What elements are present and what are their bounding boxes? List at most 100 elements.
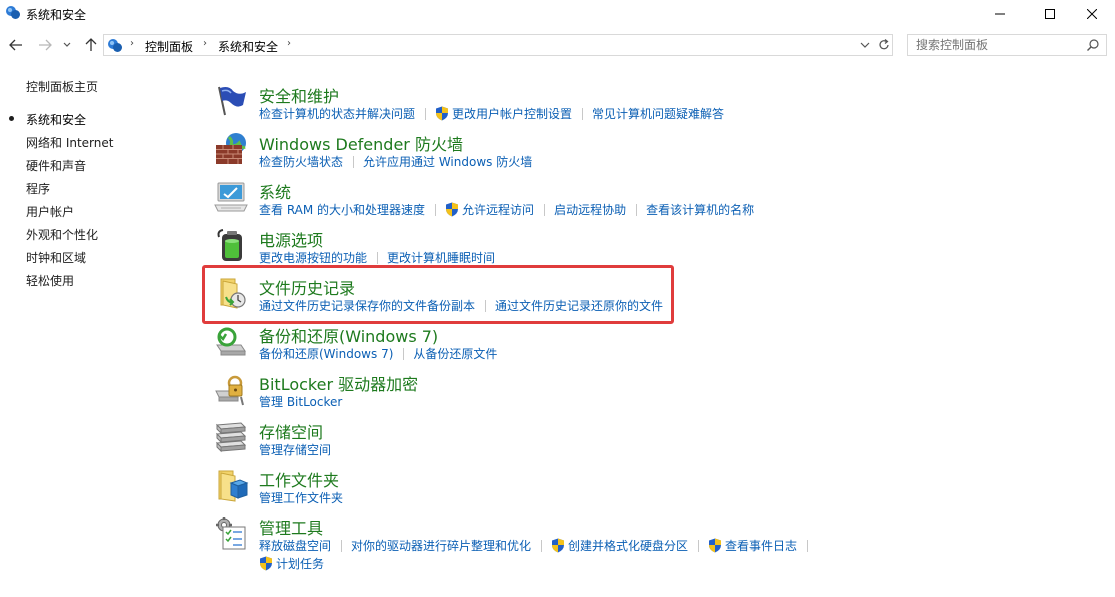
link-power-button[interactable]: 更改电源按钮的功能	[259, 249, 367, 266]
category-title[interactable]: 安全和维护	[259, 83, 339, 107]
address-bar[interactable]: › 控制面板 › 系统和安全 ›	[103, 34, 893, 56]
category-links: 管理存储空间	[259, 441, 331, 458]
minimize-button[interactable]	[977, 0, 1023, 28]
link-separator	[341, 539, 343, 552]
control-panel-home-link[interactable]: 控制面板主页	[26, 78, 98, 95]
category-title[interactable]: 存储空间	[259, 419, 323, 443]
category-title[interactable]: 工作文件夹	[259, 467, 339, 491]
category-links: 备份和还原(Windows 7) 从备份还原文件	[259, 345, 497, 362]
chevron-down-icon	[63, 42, 71, 47]
category-security-maintenance: 安全和维护 检查计算机的状态并解决问题 更改用户帐户控制设置 常见计算机问题疑难解答	[213, 83, 1093, 129]
link-uac-settings[interactable]: 更改用户帐户控制设置	[452, 105, 572, 122]
window-title: 系统和安全	[26, 8, 87, 22]
link-manage-storage-spaces[interactable]: 管理存储空间	[259, 441, 331, 458]
search-box[interactable]	[907, 34, 1107, 56]
link-backup-restore-win7[interactable]: 备份和还原(Windows 7)	[259, 345, 393, 362]
link-partition[interactable]: 创建并格式化硬盘分区	[568, 537, 688, 554]
category-links: 管理工作文件夹	[259, 489, 343, 506]
forward-button[interactable]	[37, 37, 53, 53]
link-manage-bitlocker[interactable]: 管理 BitLocker	[259, 393, 342, 410]
breadcrumb-separator[interactable]: ›	[287, 38, 291, 49]
category-title[interactable]: 管理工具	[259, 515, 323, 539]
link-separator	[425, 107, 427, 120]
link-schedule-tasks[interactable]: 计划任务	[276, 555, 324, 572]
control-panel-icon	[108, 39, 122, 52]
category-links: 检查计算机的状态并解决问题 更改用户帐户控制设置 常见计算机问题疑难解答	[259, 105, 724, 122]
breadcrumb-separator[interactable]: ›	[130, 38, 134, 49]
back-button[interactable]	[8, 37, 24, 53]
link-separator	[698, 539, 700, 552]
link-restore-from-backup[interactable]: 从备份还原文件	[413, 345, 497, 362]
nav-clock-region[interactable]: 时钟和区域	[26, 249, 86, 266]
category-links: 查看 RAM 的大小和处理器速度 允许远程访问 启动远程协助 查看该计算机的名称	[259, 201, 754, 218]
category-storage-spaces: 存储空间 管理存储空间	[213, 419, 1093, 465]
uac-shield-icon	[552, 538, 565, 553]
link-separator	[541, 539, 543, 552]
maximize-icon	[1045, 9, 1055, 19]
current-item-bullet	[9, 116, 14, 121]
flag-icon	[218, 86, 246, 116]
category-links: 检查防火墙状态 允许应用通过 Windows 防火墙	[259, 153, 532, 170]
breadcrumb-system-security[interactable]: 系统和安全	[218, 38, 278, 55]
close-button[interactable]	[1069, 0, 1115, 28]
link-separator	[403, 347, 405, 360]
link-separator	[582, 107, 584, 120]
search-input[interactable]	[908, 35, 1086, 55]
category-title[interactable]: BitLocker 驱动器加密	[259, 371, 418, 395]
category-title[interactable]: 电源选项	[259, 227, 323, 251]
link-computer-name[interactable]: 查看该计算机的名称	[646, 201, 754, 218]
link-troubleshoot[interactable]: 常见计算机问题疑难解答	[592, 105, 724, 122]
maximize-button[interactable]	[1027, 0, 1073, 28]
recent-locations-button[interactable]	[61, 37, 73, 53]
link-firewall-status[interactable]: 检查防火墙状态	[259, 153, 343, 170]
nav-programs[interactable]: 程序	[26, 180, 50, 197]
link-separator	[435, 203, 437, 216]
nav-system-security[interactable]: 系统和安全	[26, 111, 86, 128]
category-title[interactable]: Windows Defender 防火墙	[259, 131, 463, 155]
category-work-folders: 工作文件夹 管理工作文件夹	[213, 467, 1093, 513]
battery-icon	[217, 229, 242, 261]
back-arrow-icon	[9, 39, 22, 51]
uac-shield-icon	[436, 106, 449, 121]
link-allow-app[interactable]: 允许应用通过 Windows 防火墙	[363, 153, 532, 170]
category-backup-restore: 备份和还原(Windows 7) 备份和还原(Windows 7) 从备份还原文件	[213, 323, 1093, 369]
firewall-icon	[216, 133, 246, 164]
category-firewall: Windows Defender 防火墙 检查防火墙状态 允许应用通过 Windo…	[213, 131, 1093, 177]
category-title[interactable]: 备份和还原(Windows 7)	[259, 323, 438, 347]
breadcrumb-control-panel[interactable]: 控制面板	[145, 38, 193, 55]
link-event-log[interactable]: 查看事件日志	[725, 537, 797, 554]
link-separator	[544, 203, 546, 216]
backup-icon	[216, 327, 246, 356]
uac-shield-icon	[446, 202, 459, 217]
link-sleep-time[interactable]: 更改计算机睡眠时间	[387, 249, 495, 266]
admin-tools-icon	[216, 517, 246, 550]
link-manage-work-folders[interactable]: 管理工作文件夹	[259, 489, 343, 506]
link-disk-cleanup[interactable]: 释放磁盘空间	[259, 537, 331, 554]
breadcrumb-separator[interactable]: ›	[203, 38, 207, 49]
link-defragment[interactable]: 对你的驱动器进行碎片整理和优化	[351, 537, 531, 554]
link-check-status[interactable]: 检查计算机的状态并解决问题	[259, 105, 415, 122]
link-separator	[353, 155, 355, 168]
minimize-icon	[995, 13, 1005, 15]
nav-hardware-sound[interactable]: 硬件和声音	[26, 157, 86, 174]
category-links: 更改电源按钮的功能 更改计算机睡眠时间	[259, 249, 495, 266]
link-remote-access[interactable]: 允许远程访问	[462, 201, 534, 218]
search-icon[interactable]	[1086, 38, 1100, 52]
address-dropdown-icon[interactable]	[859, 39, 871, 51]
nav-user-accounts[interactable]: 用户帐户	[26, 203, 74, 220]
uac-shield-icon	[709, 538, 722, 553]
nav-ease-of-access[interactable]: 轻松使用	[26, 272, 74, 289]
computer-icon	[214, 182, 248, 212]
link-ram-cpu[interactable]: 查看 RAM 的大小和处理器速度	[259, 201, 425, 218]
link-separator	[807, 539, 809, 552]
nav-appearance[interactable]: 外观和个性化	[26, 226, 98, 243]
refresh-icon[interactable]	[877, 38, 891, 52]
link-remote-assistance[interactable]: 启动远程协助	[554, 201, 626, 218]
forward-arrow-icon	[39, 39, 52, 51]
nav-network-internet[interactable]: 网络和 Internet	[26, 134, 113, 151]
up-button[interactable]	[83, 37, 99, 53]
category-links: 管理 BitLocker	[259, 393, 342, 410]
link-separator	[377, 251, 379, 264]
category-title[interactable]: 系统	[259, 179, 291, 203]
highlight-box	[202, 265, 674, 324]
